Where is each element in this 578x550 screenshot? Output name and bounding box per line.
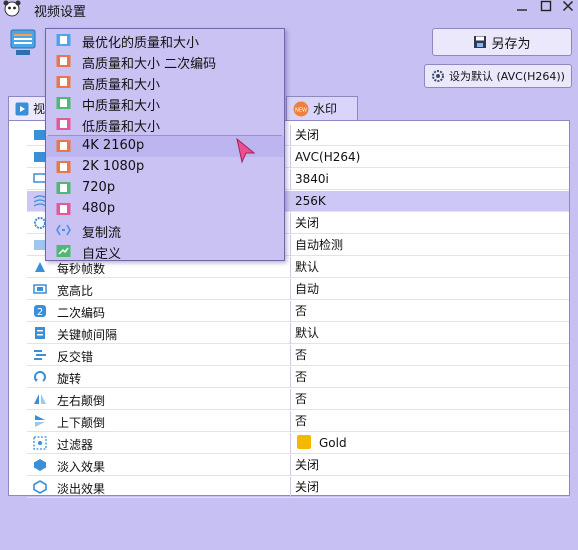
set-default-button[interactable]: 设为默认 (AVC(H264)) xyxy=(424,64,572,88)
set-default-label: 设为默认 (AVC(H264)) xyxy=(449,70,565,83)
menu-item-copy-stream[interactable]: 复制流 xyxy=(46,220,284,241)
row-value: 默认 xyxy=(290,257,569,278)
close-icon xyxy=(562,0,574,12)
flip-vertical-icon xyxy=(35,415,45,427)
table-row[interactable]: 上下颠倒 否 xyxy=(27,411,569,432)
row-value: 否 xyxy=(290,345,569,366)
table-row[interactable]: 淡出效果 关闭 xyxy=(27,477,569,498)
table-row[interactable]: 旋转 否 xyxy=(27,367,569,388)
table-row[interactable]: 关键帧间隔 默认 xyxy=(27,323,569,344)
table-row[interactable]: 宽高比 自动 xyxy=(27,279,569,300)
preset-film-icon xyxy=(56,161,71,173)
menu-item-medium[interactable]: 中质量和大小 xyxy=(46,93,284,114)
table-row[interactable]: 2 二次编码 否 xyxy=(27,301,569,322)
watermark-tab-icon: NEW xyxy=(293,101,309,116)
preset-film-icon xyxy=(56,203,71,215)
row-value: 否 xyxy=(290,411,569,432)
close-button[interactable] xyxy=(557,0,578,18)
row-value: 自动检测 xyxy=(290,235,569,256)
custom-preset-icon xyxy=(56,245,71,257)
table-row[interactable]: 淡入效果 关闭 xyxy=(27,455,569,476)
row-value: 256K xyxy=(290,191,569,212)
menu-item-high[interactable]: 高质量和大小 xyxy=(46,72,284,93)
minimize-button[interactable] xyxy=(511,0,533,18)
menu-item-480p[interactable]: 480p xyxy=(46,199,284,220)
rotate-icon xyxy=(34,371,46,382)
menu-item-optimized[interactable]: 最优化的质量和大小 xyxy=(46,30,284,51)
row-value: 默认 xyxy=(290,323,569,344)
filter-icon xyxy=(33,436,47,450)
svg-text:2: 2 xyxy=(37,307,43,318)
keyframe-icon xyxy=(35,327,45,339)
preset-film-icon xyxy=(56,97,71,109)
preset-film-icon xyxy=(56,55,71,67)
menu-item-custom[interactable]: 自定义 xyxy=(46,241,284,262)
row-value: 否 xyxy=(290,367,569,388)
row-value: 否 xyxy=(290,389,569,410)
floppy-icon xyxy=(474,36,487,48)
flip-horizontal-icon xyxy=(34,394,46,404)
window-title: 视频设置 xyxy=(34,5,87,20)
save-as-button[interactable]: 另存为 xyxy=(432,28,572,56)
minimize-icon xyxy=(517,9,527,11)
video-tab-icon xyxy=(15,102,29,115)
menu-item-high-two-pass[interactable]: 高质量和大小 二次编码 xyxy=(46,51,284,72)
row-value: 关闭 xyxy=(290,455,569,476)
maximize-icon xyxy=(540,0,552,12)
table-row[interactable]: 反交错 否 xyxy=(27,345,569,366)
row-value: Gold xyxy=(290,433,569,454)
row-value: 关闭 xyxy=(290,477,569,498)
app-logo-icon xyxy=(3,0,21,17)
save-as-label: 另存为 xyxy=(491,36,531,52)
gear-icon xyxy=(432,70,445,82)
two-pass-icon: 2 xyxy=(34,305,46,318)
mouse-pointer-icon xyxy=(236,138,256,164)
row-value: 3840i xyxy=(290,169,569,190)
row-value: 关闭 xyxy=(290,213,569,234)
fade-out-icon xyxy=(33,480,47,494)
tab-watermark-label: 水印 xyxy=(313,102,338,116)
fade-in-icon xyxy=(34,459,46,471)
row-value: 自动 xyxy=(290,279,569,300)
maximize-button[interactable] xyxy=(535,0,557,18)
gold-swatch xyxy=(297,435,311,449)
tab-watermark[interactable]: NEW 水印 xyxy=(286,96,358,120)
preset-film-icon xyxy=(56,140,71,152)
menu-item-low[interactable]: 低质量和大小 xyxy=(46,114,284,135)
table-row[interactable]: 过滤器 Gold xyxy=(27,433,569,454)
preset-film-icon xyxy=(56,182,71,194)
aspect-ratio-icon xyxy=(33,284,47,294)
preset-film-icon xyxy=(56,34,71,46)
title-bar: 视频设置 xyxy=(0,0,578,20)
deinterlace-icon xyxy=(34,350,46,360)
table-row[interactable]: 左右颠倒 否 xyxy=(27,389,569,410)
preset-film-icon xyxy=(56,76,71,88)
frame-rate-icon xyxy=(35,262,45,272)
row-value: 否 xyxy=(290,301,569,322)
menu-item-720p[interactable]: 720p xyxy=(46,178,284,199)
copy-stream-icon xyxy=(56,224,71,236)
row-value: AVC(H264) xyxy=(290,147,569,168)
preset-film-icon xyxy=(56,118,71,130)
svg-text:NEW: NEW xyxy=(295,107,307,113)
row-value: 关闭 xyxy=(290,125,569,146)
video-settings-icon xyxy=(10,29,36,55)
tab-video-label: 视 xyxy=(33,102,46,116)
